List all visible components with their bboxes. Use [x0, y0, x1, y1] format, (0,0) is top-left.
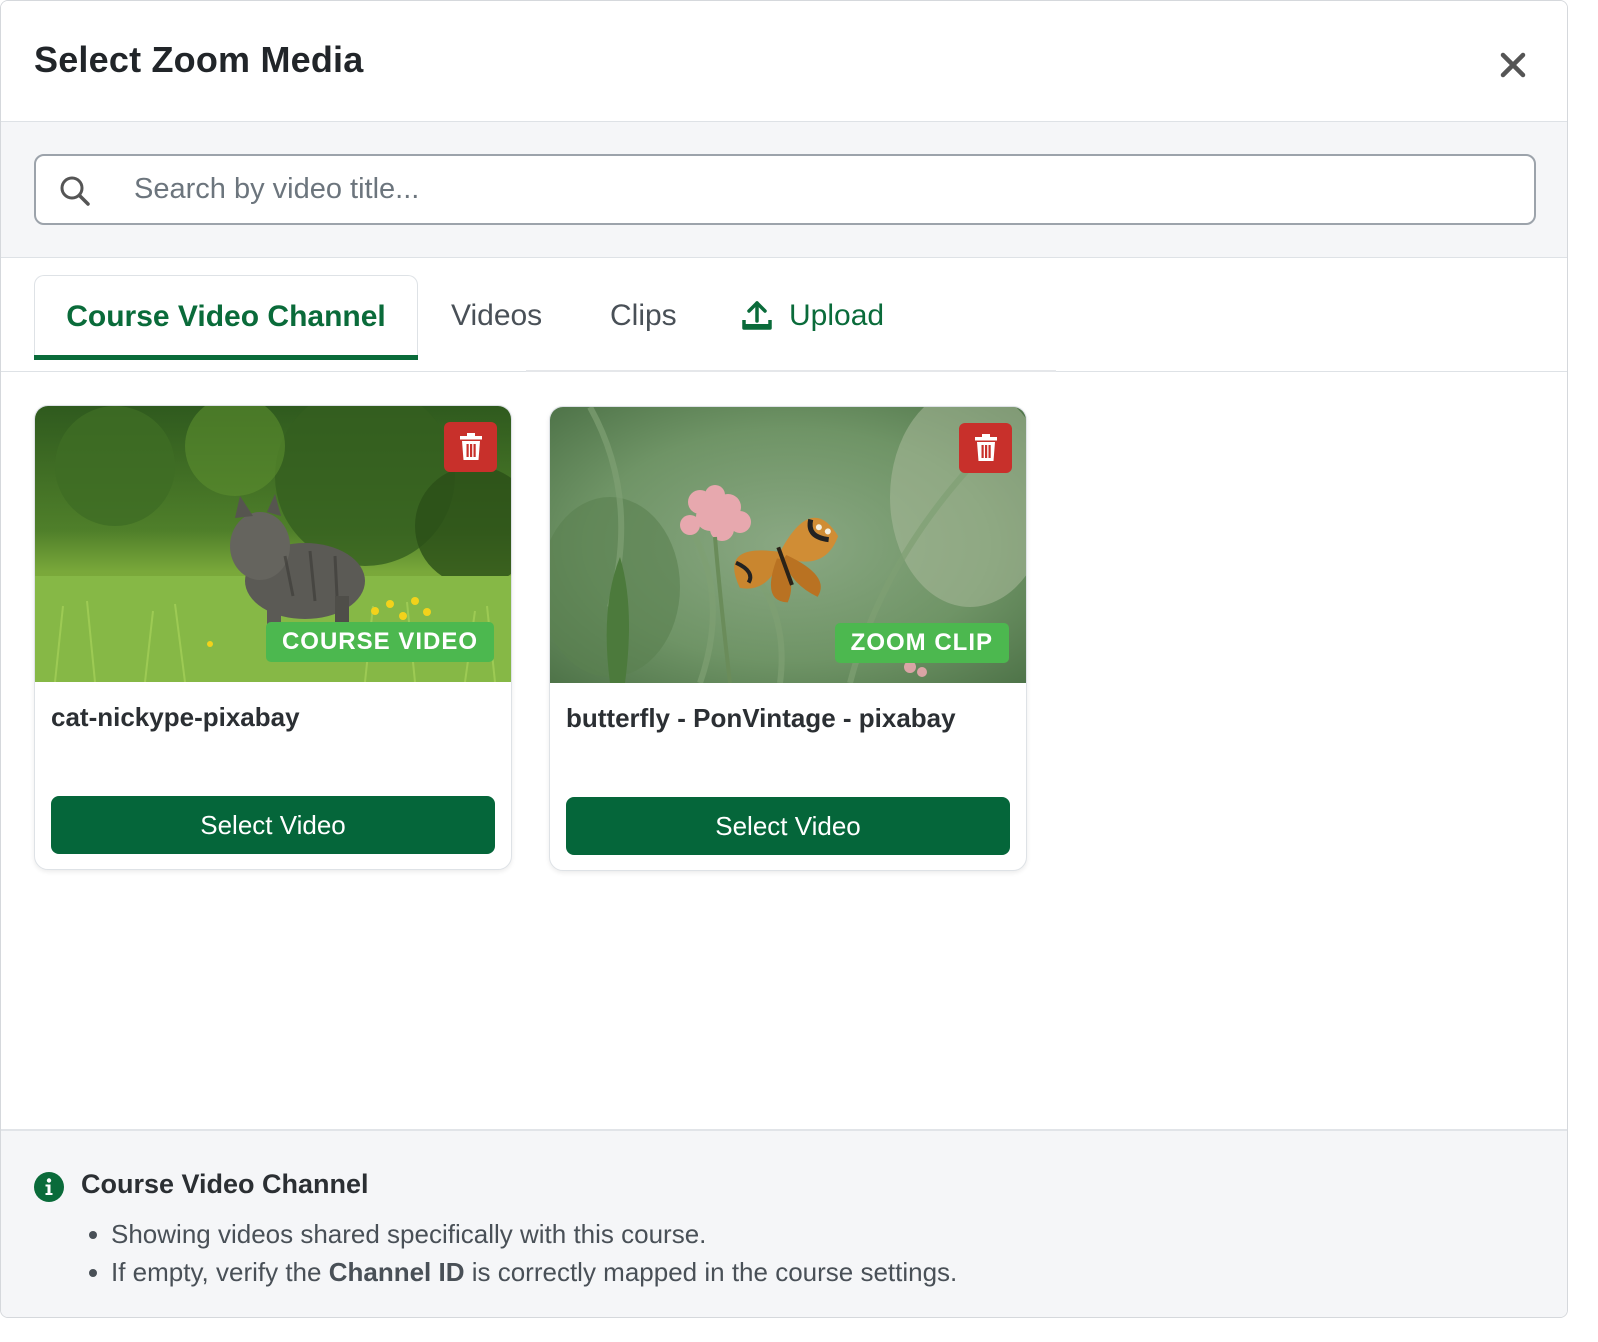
info-title: Course Video Channel — [81, 1169, 369, 1199]
select-video-button[interactable]: Select Video — [566, 797, 1010, 855]
tab-upload-label: Upload — [789, 299, 885, 332]
info-text: is correctly mapped in the course settin… — [464, 1257, 958, 1287]
close-button[interactable] — [1497, 49, 1529, 81]
search-box — [34, 154, 1536, 225]
delete-button[interactable] — [959, 423, 1012, 473]
select-zoom-media-modal: Select Zoom Media Course Video Channel V… — [0, 0, 1568, 1318]
tab-upload[interactable]: Upload — [741, 275, 884, 357]
tab-videos[interactable]: Videos — [451, 275, 542, 357]
close-icon — [1500, 52, 1526, 78]
tab-course-video-channel[interactable]: Course Video Channel — [34, 275, 418, 360]
search-input[interactable] — [134, 156, 1514, 223]
video-thumbnail[interactable]: ZOOM CLIP — [550, 407, 1026, 683]
video-title: cat-nickype-pixabay — [51, 702, 300, 732]
channel-id-emphasis: Channel ID — [328, 1257, 465, 1287]
modal-title: Select Zoom Media — [34, 39, 364, 80]
delete-button[interactable] — [444, 422, 497, 472]
search-icon — [60, 176, 90, 206]
info-text: If empty, verify the — [111, 1257, 329, 1287]
trash-icon — [459, 433, 482, 460]
info-panel: Course Video Channel Showing videos shar… — [1, 1129, 1567, 1317]
media-tabs: Course Video Channel Videos Clips Upload — [1, 258, 1567, 372]
video-thumbnail[interactable]: COURSE VIDEO — [35, 406, 511, 682]
select-video-button[interactable]: Select Video — [51, 796, 495, 854]
search-area — [1, 122, 1567, 258]
upload-icon — [742, 301, 772, 330]
tab-divider — [526, 370, 1056, 372]
info-item: If empty, verify the Channel ID is corre… — [88, 1253, 958, 1291]
video-title: butterfly - PonVintage - pixabay — [566, 703, 956, 733]
modal-header: Select Zoom Media — [1, 1, 1567, 122]
video-card: COURSE VIDEO cat-nickype-pixabay Select … — [34, 405, 512, 870]
media-type-badge: ZOOM CLIP — [834, 623, 1009, 663]
info-list: Showing videos shared specifically with … — [88, 1215, 958, 1291]
trash-icon — [974, 434, 997, 461]
info-item: Showing videos shared specifically with … — [88, 1215, 957, 1253]
info-icon — [34, 1172, 64, 1202]
video-card: ZOOM CLIP butterfly - PonVintage - pixab… — [549, 406, 1027, 871]
tab-clips[interactable]: Clips — [610, 275, 677, 357]
media-type-badge: COURSE VIDEO — [265, 622, 494, 662]
